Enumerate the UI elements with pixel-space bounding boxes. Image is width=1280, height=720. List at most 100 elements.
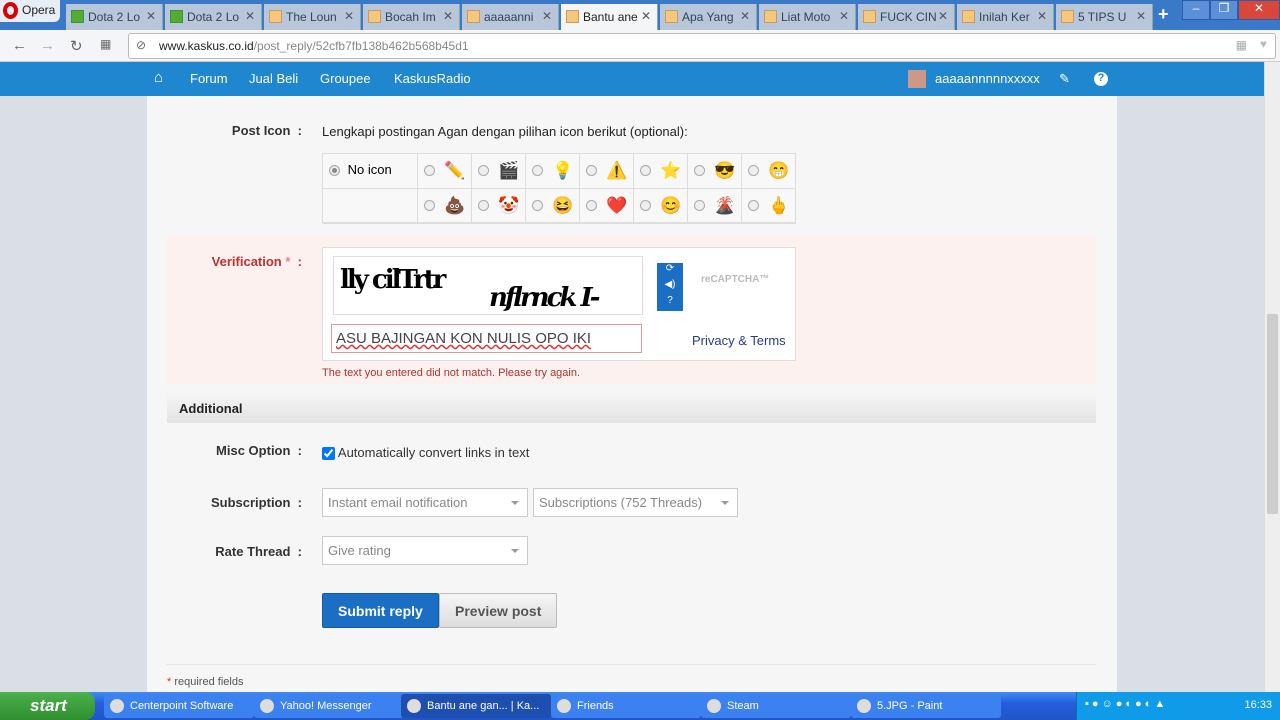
- nav-kaskusradio[interactable]: KaskusRadio: [394, 71, 471, 86]
- forward-icon[interactable]: →: [40, 37, 55, 54]
- subscription-label: Subscription :: [210, 495, 302, 510]
- post-icon-radio[interactable]: [532, 200, 543, 211]
- post-icon-option[interactable]: ✏️: [418, 154, 472, 189]
- post-icon-radio[interactable]: [748, 165, 759, 176]
- username[interactable]: aaaaannnnnxxxxx: [935, 71, 1040, 86]
- close-tab-icon[interactable]: ✕: [542, 9, 552, 23]
- post-icon-radio[interactable]: [478, 165, 489, 176]
- convert-links-checkbox[interactable]: [322, 447, 335, 461]
- opera-menu-button[interactable]: Opera: [0, 0, 60, 22]
- taskbar-item[interactable]: Yahoo! Messenger: [254, 694, 404, 718]
- privacy-terms-link[interactable]: Privacy & Terms: [692, 333, 786, 348]
- post-icon-option[interactable]: 😁: [742, 154, 796, 189]
- post-icon-option[interactable]: 🌋: [688, 189, 742, 224]
- post-icon-option[interactable]: 🎬: [472, 154, 526, 189]
- rate-thread-select[interactable]: Give rating: [322, 536, 528, 565]
- post-icon-option[interactable]: 😆: [526, 189, 580, 224]
- close-tab-icon[interactable]: ✕: [443, 9, 453, 23]
- heart-icon[interactable]: ♥: [1260, 37, 1267, 51]
- start-button[interactable]: start: [0, 692, 95, 720]
- pencil-icon[interactable]: ✎: [1059, 71, 1070, 87]
- restore-button[interactable]: ❐: [1210, 0, 1238, 20]
- post-icon-radio[interactable]: [586, 165, 597, 176]
- browser-tab[interactable]: Bantu ane ✕: [561, 4, 658, 30]
- post-icon-radio[interactable]: [424, 165, 435, 176]
- browser-tab[interactable]: Bocah Im ✕: [363, 4, 460, 30]
- new-tab-button[interactable]: +: [1158, 4, 1169, 25]
- app-icon: [707, 699, 721, 713]
- post-icon-option[interactable]: ⚠️: [580, 154, 634, 189]
- post-icon-option[interactable]: 💡: [526, 154, 580, 189]
- captcha-audio-button[interactable]: ◀): [657, 279, 683, 295]
- captcha-help-button[interactable]: ?: [657, 295, 683, 311]
- home-icon[interactable]: ⌂: [154, 69, 163, 86]
- speed-dial-icon[interactable]: ▦: [100, 37, 111, 51]
- reload-icon[interactable]: ↻: [70, 37, 83, 55]
- taskbar-item[interactable]: Friends: [551, 694, 701, 718]
- post-icon-option[interactable]: 🖕: [742, 189, 796, 224]
- close-tab-icon[interactable]: ✕: [740, 9, 750, 23]
- vertical-scrollbar[interactable]: [1264, 62, 1280, 692]
- post-icon-option[interactable]: 😎: [688, 154, 742, 189]
- close-tab-icon[interactable]: ✕: [344, 9, 354, 23]
- preview-post-button[interactable]: Preview post: [439, 593, 558, 628]
- back-icon[interactable]: ←: [12, 37, 27, 54]
- post-icon-radio[interactable]: [478, 200, 489, 211]
- browser-tab[interactable]: Dota 2 Lo ✕: [165, 4, 262, 30]
- avatar[interactable]: [908, 70, 926, 88]
- post-icon-radio[interactable]: [532, 165, 543, 176]
- browser-tab[interactable]: Liat Moto ✕: [759, 4, 856, 30]
- convert-links-option[interactable]: Automatically convert links in text: [322, 445, 529, 461]
- post-icon-radio[interactable]: [640, 165, 651, 176]
- post-icon-radio[interactable]: [694, 165, 705, 176]
- post-icon-radio[interactable]: [748, 200, 759, 211]
- post-icon-emoji: ❤️: [606, 196, 628, 215]
- close-tab-icon[interactable]: ✕: [1136, 9, 1146, 23]
- nav-jual-beli[interactable]: Jual Beli: [249, 71, 298, 86]
- captcha-refresh-button[interactable]: ⟳: [657, 263, 683, 279]
- scrollbar-thumb[interactable]: [1267, 314, 1278, 514]
- nav-forum[interactable]: Forum: [190, 71, 228, 86]
- nav-groupee[interactable]: Groupee: [320, 71, 371, 86]
- taskbar-item[interactable]: Centerpoint Software: [104, 694, 254, 718]
- grid-icon[interactable]: ▦: [1236, 38, 1247, 52]
- post-icon-radio[interactable]: [586, 200, 597, 211]
- minimize-button[interactable]: –: [1182, 0, 1210, 20]
- taskbar-item[interactable]: 5.JPG - Paint: [851, 694, 1001, 718]
- help-icon[interactable]: ?: [1094, 72, 1108, 86]
- captcha-input[interactable]: ASU BAJINGAN KON NULIS OPO IKI: [331, 324, 642, 353]
- post-icon-option[interactable]: 💩: [418, 189, 472, 224]
- subscription-folder-select[interactable]: Subscriptions (752 Threads): [533, 488, 738, 517]
- subscription-select[interactable]: Instant email notification: [322, 488, 528, 517]
- browser-tab[interactable]: FUCK CIN ✕: [858, 4, 955, 30]
- post-icon-option[interactable]: ⭐: [634, 154, 688, 189]
- site-info-icon[interactable]: ⊘: [136, 38, 146, 52]
- close-window-button[interactable]: ✕: [1238, 0, 1280, 20]
- post-icon-radio[interactable]: [694, 200, 705, 211]
- url-input[interactable]: ⊘ www.kaskus.co.id/post_reply/52cfb7fb13…: [128, 33, 1276, 59]
- post-icon-option[interactable]: ❤️: [580, 189, 634, 224]
- no-icon-option[interactable]: No icon: [323, 154, 418, 189]
- misc-option-label: Misc Option :: [216, 443, 302, 458]
- tray-icons[interactable]: ▪●☺●◐●◐▲: [1085, 698, 1168, 710]
- submit-reply-button[interactable]: Submit reply: [322, 593, 439, 628]
- browser-tab[interactable]: 5 TIPS U ✕: [1056, 4, 1153, 30]
- browser-tab[interactable]: Dota 2 Lo ✕: [66, 4, 163, 30]
- close-tab-icon[interactable]: ✕: [245, 9, 255, 23]
- post-icon-radio[interactable]: [640, 200, 651, 211]
- post-icon-option[interactable]: 😊: [634, 189, 688, 224]
- close-tab-icon[interactable]: ✕: [938, 9, 948, 23]
- close-tab-icon[interactable]: ✕: [146, 9, 156, 23]
- browser-tab[interactable]: aaaaanni ✕: [462, 4, 559, 30]
- close-tab-icon[interactable]: ✕: [839, 9, 849, 23]
- post-icon-option[interactable]: 🤡: [472, 189, 526, 224]
- browser-tab[interactable]: Inilah Ker ✕: [957, 4, 1054, 30]
- post-icon-radio[interactable]: [424, 200, 435, 211]
- browser-tab[interactable]: Apa Yang ✕: [660, 4, 757, 30]
- browser-tab[interactable]: The Loun ✕: [264, 4, 361, 30]
- no-icon-radio[interactable]: [329, 165, 340, 177]
- close-tab-icon[interactable]: ✕: [641, 9, 651, 23]
- close-tab-icon[interactable]: ✕: [1037, 9, 1047, 23]
- taskbar-item[interactable]: Bantu ane gan... | Ka...: [401, 694, 551, 718]
- taskbar-item[interactable]: Steam: [701, 694, 851, 718]
